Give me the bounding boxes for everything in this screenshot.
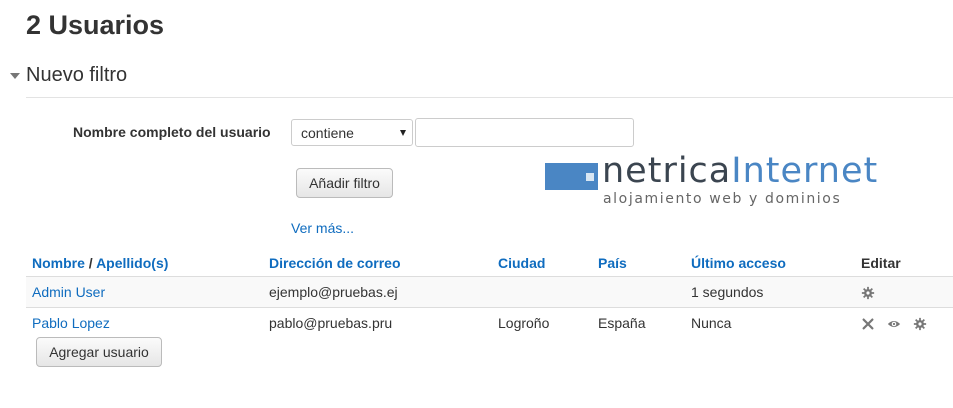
sort-by-country-link[interactable]: País <box>598 255 627 271</box>
logo-tagline: alojamiento web y dominios <box>603 191 842 207</box>
logo-word-internet: Internet <box>731 151 879 191</box>
sort-by-email-link[interactable]: Dirección de correo <box>269 255 401 271</box>
sort-by-last-access-link[interactable]: Último acceso <box>691 255 786 271</box>
user-name-link[interactable]: Admin User <box>32 284 105 300</box>
user-country: España <box>592 307 685 338</box>
fieldset-divider <box>26 97 953 98</box>
add-filter-button[interactable]: Añadir filtro <box>296 168 393 198</box>
collapse-triangle-icon[interactable] <box>10 72 20 79</box>
sort-by-lastname-link[interactable]: Apellido(s) <box>96 255 168 271</box>
table-header-row: Nombre / Apellido(s) Dirección de correo… <box>26 249 953 277</box>
table-row: Admin User ejemplo@pruebas.ej 1 segundos <box>26 276 953 308</box>
filter-legend[interactable]: Nuevo filtro <box>26 64 127 87</box>
user-actions <box>855 307 953 338</box>
user-actions <box>855 276 953 308</box>
header-name: Nombre / Apellido(s) <box>26 249 263 277</box>
header-edit: Editar <box>861 254 901 271</box>
users-table: Nombre / Apellido(s) Dirección de correo… <box>26 249 953 338</box>
operator-select[interactable]: contiene <box>291 119 413 146</box>
user-city <box>492 276 592 308</box>
header-last-access: Último acceso <box>685 249 855 277</box>
logo-wordmark: netricaInternet <box>602 154 878 189</box>
delete-icon[interactable] <box>861 317 875 331</box>
filter-field-label: Nombre completo del usuario <box>73 124 271 140</box>
header-city: Ciudad <box>492 249 592 277</box>
page-title: 2 Usuarios <box>26 10 165 40</box>
show-more-link[interactable]: Ver más... <box>291 220 354 236</box>
eye-icon[interactable] <box>887 317 901 331</box>
gear-icon[interactable] <box>913 317 927 331</box>
filter-fieldset-header[interactable]: Nuevo filtro <box>10 64 127 87</box>
header-separator: / <box>84 254 97 271</box>
logo-word-netrica: netrica <box>602 151 732 191</box>
user-city: Logroño <box>492 307 592 338</box>
user-email: pablo@pruebas.pru <box>263 307 492 338</box>
gear-icon[interactable] <box>861 286 875 300</box>
add-user-button[interactable]: Agregar usuario <box>36 337 162 367</box>
user-email: ejemplo@pruebas.ej <box>263 276 492 308</box>
operator-select-value: contiene <box>301 125 354 141</box>
logo-mark-icon <box>545 163 598 190</box>
user-last-access: Nunca <box>685 307 855 338</box>
sort-by-city-link[interactable]: Ciudad <box>498 255 545 271</box>
user-last-access: 1 segundos <box>685 276 855 308</box>
filter-value-input[interactable] <box>415 118 634 147</box>
dropdown-arrow-icon <box>400 130 406 136</box>
table-row: Pablo Lopez pablo@pruebas.pru Logroño Es… <box>26 307 953 338</box>
user-name-link[interactable]: Pablo Lopez <box>32 315 110 331</box>
header-email: Dirección de correo <box>263 249 492 277</box>
user-country <box>592 276 685 308</box>
header-country: País <box>592 249 685 277</box>
sort-by-firstname-link[interactable]: Nombre <box>32 255 85 271</box>
